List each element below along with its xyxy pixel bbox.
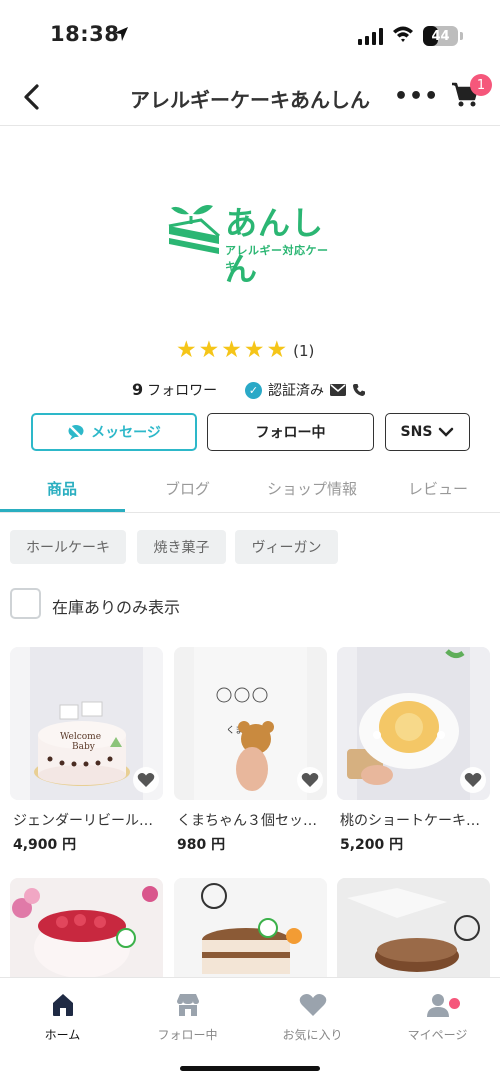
bottom-tab-mypage[interactable]: マイページ — [375, 990, 500, 1043]
in-stock-label: 在庫ありのみ表示 — [52, 598, 181, 617]
bottom-tab-following[interactable]: フォロー中 — [125, 990, 250, 1043]
tab-active-indicator — [0, 509, 125, 512]
sns-label: SNS — [400, 424, 433, 440]
category-chip-vegan[interactable]: ヴィーガン — [235, 530, 338, 564]
product-name: 桃のショートケーキ… — [340, 813, 480, 829]
message-off-icon — [68, 424, 85, 440]
followers[interactable]: 9 フォロワー — [132, 380, 217, 400]
heart-icon — [299, 994, 326, 1016]
svg-text:Baby: Baby — [72, 742, 96, 752]
wifi-icon — [392, 25, 414, 47]
cake-logo-icon — [168, 205, 220, 254]
star-icon: ★ — [176, 337, 197, 363]
product-image — [337, 878, 490, 978]
status-bar: 18:38 44 — [0, 0, 500, 72]
sns-dropdown[interactable]: SNS — [385, 413, 470, 451]
shop-rating[interactable]: ★ ★ ★ ★ ★ (1) — [176, 339, 314, 362]
category-chip-whole-cake[interactable]: ホールケーキ — [10, 530, 126, 564]
star-icon: ★ — [243, 337, 265, 363]
battery-nub — [460, 32, 463, 40]
in-stock-checkbox[interactable] — [10, 588, 41, 619]
logo-subtitle: アレルギー対応ケーキ — [225, 244, 329, 273]
battery-icon: 44 — [423, 26, 458, 46]
star-icon: ★ — [266, 337, 288, 363]
tab-reviews[interactable]: レビュー — [408, 478, 468, 499]
product-image — [174, 878, 327, 978]
battery-percent: 44 — [431, 28, 450, 44]
chevron-down-icon — [439, 427, 454, 437]
favorite-button[interactable] — [133, 767, 159, 793]
bottom-tab-favorites[interactable]: お気に入り — [250, 990, 375, 1043]
chevron-left-icon — [24, 84, 39, 110]
bottom-tab-home[interactable]: ホーム — [0, 990, 125, 1043]
rating-count: (1) — [293, 341, 315, 360]
product-name: ジェンダーリビール… — [13, 813, 153, 829]
store-icon — [176, 994, 199, 1016]
verified-label: 認証済み — [268, 383, 324, 399]
product-price: 4,900 円 — [13, 837, 77, 853]
verified-status: ✓ 認証済み — [245, 380, 366, 400]
mail-icon — [330, 384, 346, 396]
signal-icon — [358, 27, 383, 45]
heart-icon — [464, 773, 482, 787]
back-button[interactable] — [22, 82, 52, 112]
more-button[interactable]: ••• — [394, 84, 439, 109]
bottom-tab-label: フォロー中 — [157, 1028, 218, 1042]
notification-dot — [449, 998, 460, 1009]
shop-tabs: 商品 ブログ ショップ情報 レビュー — [0, 465, 500, 513]
person-icon — [426, 994, 449, 1017]
phone-icon — [353, 384, 365, 396]
nav-bar: アレルギーケーキあんしん ••• — [0, 72, 500, 126]
favorite-button[interactable] — [460, 767, 486, 793]
heart-icon — [301, 773, 319, 787]
followers-count: 9 — [132, 380, 144, 399]
location-arrow-icon — [113, 26, 129, 46]
follow-button[interactable]: フォロー中 — [207, 413, 374, 451]
product-name: くまちゃん３個セッ… — [177, 813, 317, 829]
status-time: 18:38 — [50, 22, 120, 46]
bottom-tab-label: マイページ — [407, 1028, 468, 1042]
page-title: アレルギーケーキあんしん — [130, 88, 370, 112]
tab-shop-info[interactable]: ショップ情報 — [267, 478, 357, 499]
followers-label: フォロワー — [147, 383, 218, 399]
heart-icon — [137, 773, 155, 787]
home-icon — [52, 994, 73, 1016]
favorite-button[interactable] — [297, 767, 323, 793]
tab-products[interactable]: 商品 — [47, 478, 77, 499]
product-price: 980 円 — [177, 837, 226, 853]
cart-badge: 1 — [470, 74, 492, 96]
product-price: 5,200 円 — [340, 837, 404, 853]
shop-logo: あんしん アレルギー対応ケーキ — [165, 198, 335, 288]
shop-meta: 9 フォロワー ✓ 認証済み — [0, 380, 500, 402]
message-button[interactable]: メッセージ — [31, 413, 197, 451]
home-indicator — [180, 1066, 320, 1071]
check-badge-icon: ✓ — [245, 381, 262, 399]
tab-blog[interactable]: ブログ — [165, 478, 210, 499]
svg-text:Welcome: Welcome — [60, 732, 101, 742]
category-chip-baked-goods[interactable]: 焼き菓子 — [137, 530, 226, 564]
message-label: メッセージ — [91, 425, 161, 441]
bottom-tab-label: お気に入り — [282, 1028, 343, 1042]
bottom-tab-label: ホーム — [44, 1028, 81, 1042]
star-icon: ★ — [221, 337, 242, 363]
product-image — [10, 878, 163, 978]
star-icon: ★ — [198, 337, 220, 363]
